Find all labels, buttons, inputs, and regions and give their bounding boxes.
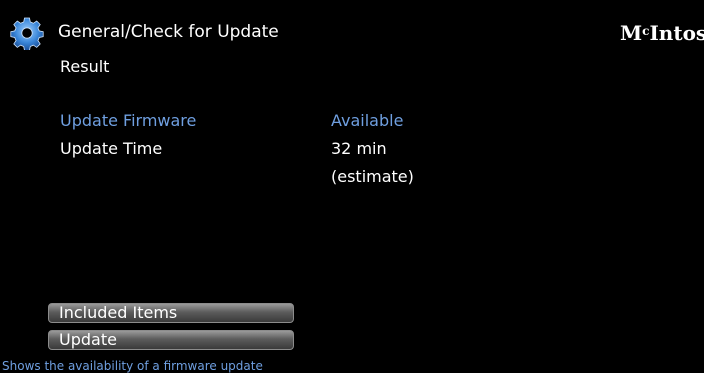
brand-logo-lead: M [620,21,643,45]
update-time-label: Update Time [60,139,163,158]
brand-logo-rest: Intosh [649,21,704,45]
update-button[interactable]: Update [48,330,294,350]
gear-icon [10,17,44,50]
update-time-note: (estimate) [331,167,414,186]
brand-logo: McIntosh [620,18,704,46]
status-hint: Shows the availability of a firmware upd… [2,359,263,373]
update-firmware-value: Available [331,111,404,130]
update-firmware-label: Update Firmware [60,111,197,130]
section-subtitle: Result [60,57,110,76]
included-items-button[interactable]: Included Items [48,303,294,323]
page-title: General/Check for Update [58,22,279,42]
update-time-value: 32 min [331,139,387,158]
